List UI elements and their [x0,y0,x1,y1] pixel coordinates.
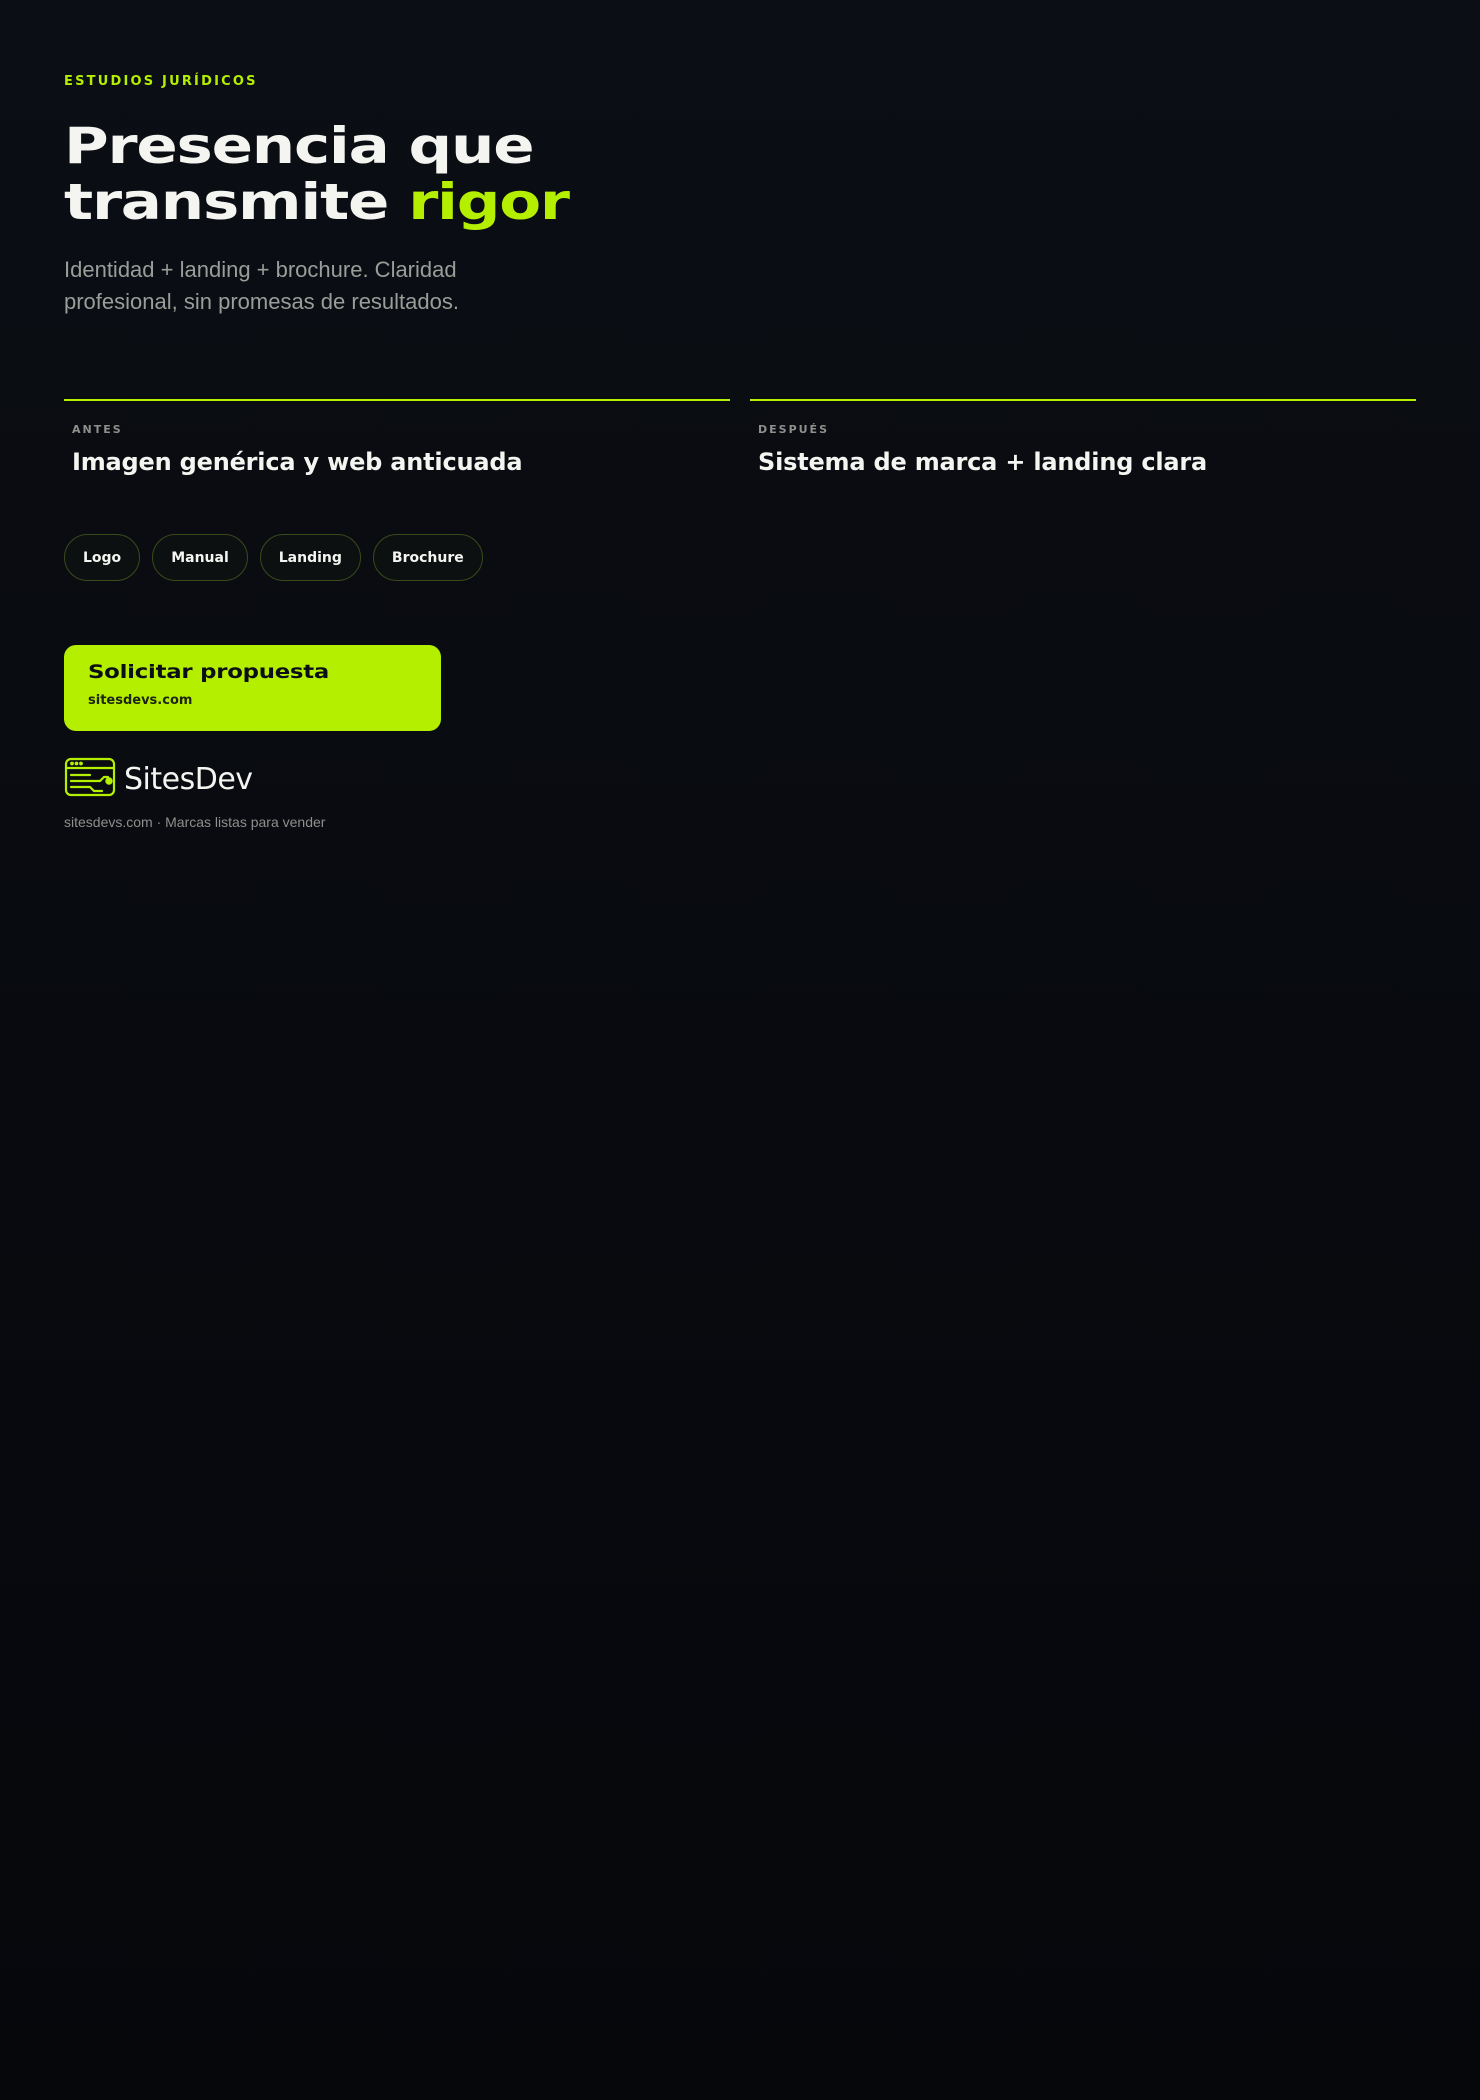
tag-logo: Logo [64,534,141,581]
comparison-before-text: Imagen genérica y web anticuada [72,448,523,476]
deliverable-tags: Logo Manual Landing Brochure [64,534,483,581]
cta-url: sitesdevs.com [88,693,193,708]
hero-title-line1: Presencia que [64,117,535,175]
hero-title-accent: rigor [408,173,570,231]
comparison-after: DESPUÉS Sistema de marca + landing clara [750,399,1416,476]
tag-brochure: Brochure [372,534,483,581]
hero-title: Presencia que transmite rigor [64,118,918,230]
tag-landing: Landing [259,534,361,581]
hero-title-line2: transmite [64,173,409,231]
brand-footnote: sitesdevs.com · Marcas listas para vende… [64,814,326,830]
comparison-after-text: Sistema de marca + landing clara [758,448,1208,476]
cta-title: Solicitar propuesta [88,661,330,683]
request-proposal-button[interactable]: Solicitar propuesta sitesdevs.com [64,645,441,731]
comparison-before-label: ANTES [72,423,123,436]
comparison-after-label: DESPUÉS [758,423,829,436]
comparison-before: ANTES Imagen genérica y web anticuada [64,399,730,476]
tag-manual: Manual [152,534,248,581]
hero-subtitle: Identidad + landing + brochure. Claridad… [64,257,459,314]
brand-name: SitesDev [124,762,253,797]
browser-circuit-icon [64,757,116,802]
brand-logo: SitesDev [64,757,253,802]
before-after-comparison: ANTES Imagen genérica y web anticuada DE… [64,399,1416,476]
hero-eyebrow: ESTUDIOS JURÍDICOS [64,74,258,89]
